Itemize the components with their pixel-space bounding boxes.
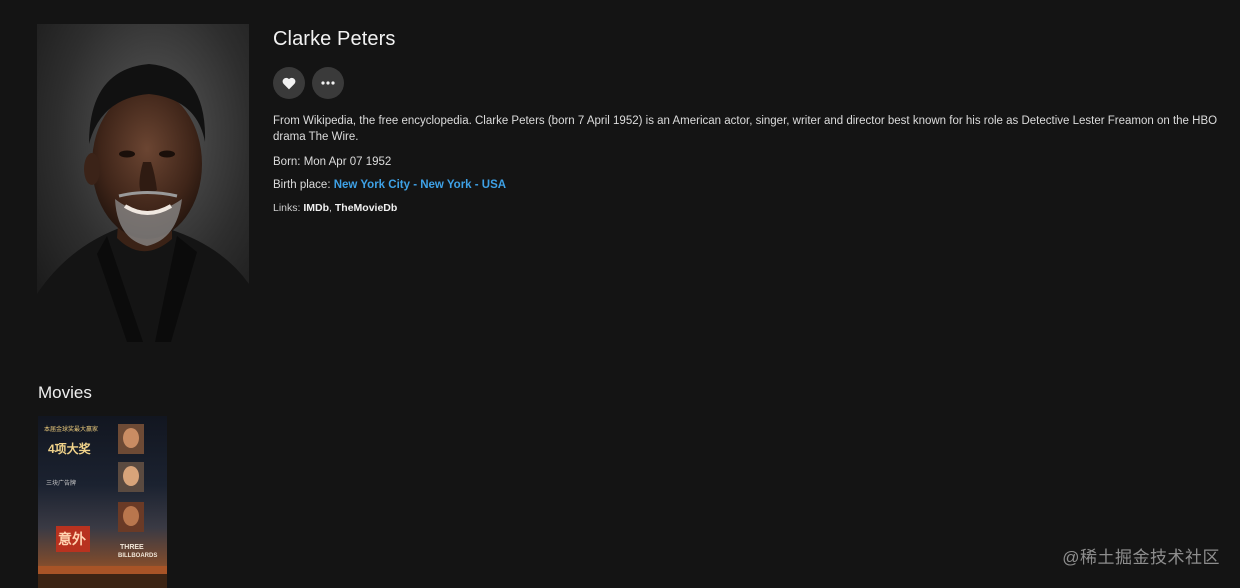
poster-red-title: 意外 — [58, 531, 86, 547]
movies-section-title: Movies — [38, 383, 92, 402]
poster-tagline: 本届金球奖最大赢家 — [44, 427, 99, 433]
links-label: Links: — [273, 202, 301, 214]
birthplace-label: Birth place: — [273, 179, 331, 191]
born-line: Born: Mon Apr 07 1952 — [273, 156, 1223, 168]
birthplace-link[interactable]: New York City - New York - USA — [334, 179, 506, 191]
movie-poster[interactable]: 本届金球奖最大赢家 4项大奖 三块广告牌 意外 THREE BILLBOARDS — [38, 416, 167, 588]
person-info: Clarke Peters From Wikipedia, the free e… — [273, 24, 1223, 214]
person-detail-page: Clarke Peters From Wikipedia, the free e… — [0, 0, 1240, 588]
imdb-link[interactable]: IMDb — [303, 202, 329, 214]
action-bar — [273, 67, 1223, 99]
poster-awards: 4项大奖 — [48, 442, 91, 456]
poster-cn-title: 三块广告牌 — [46, 481, 77, 487]
more-options-button[interactable] — [312, 67, 344, 99]
watermark: @稀土掘金技术社区 — [1062, 548, 1220, 567]
heart-icon — [282, 77, 296, 89]
born-value: Mon Apr 07 1952 — [303, 156, 392, 168]
more-icon — [321, 81, 335, 85]
person-portrait — [37, 24, 249, 342]
poster-en-title-1: THREE — [120, 544, 144, 551]
favorite-button[interactable] — [273, 67, 305, 99]
themoviedb-link[interactable]: TheMovieDb — [335, 202, 397, 214]
birthplace-line: Birth place: New York City - New York - … — [273, 179, 1223, 191]
person-overview: From Wikipedia, the free encyclopedia. C… — [273, 115, 1218, 143]
links-line: Links: IMDb, TheMovieDb — [273, 202, 398, 214]
person-name: Clarke Peters — [273, 28, 396, 50]
born-label: Born: — [273, 156, 301, 168]
poster-en-title-2: BILLBOARDS — [118, 553, 158, 559]
